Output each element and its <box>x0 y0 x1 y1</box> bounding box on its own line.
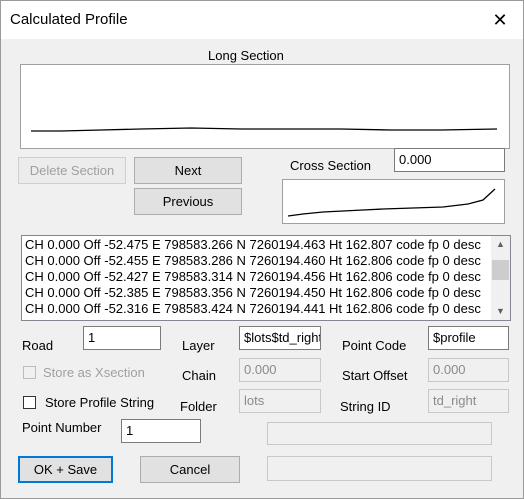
title-bar: Calculated Profile ✕ <box>1 1 523 39</box>
calculated-profile-dialog: Calculated Profile ✕ Long Section Delete… <box>0 0 524 499</box>
list-item[interactable]: CH 0.000 Off -52.316 E 798583.424 N 7260… <box>22 301 510 317</box>
cancel-button[interactable]: Cancel <box>140 456 240 483</box>
store-as-xsection-checkbox[interactable] <box>23 366 36 379</box>
long-section-plot <box>20 64 510 149</box>
string-id-label: String ID <box>340 399 391 414</box>
up-arrow-icon[interactable]: ▲ <box>491 236 510 253</box>
points-listbox[interactable]: CH 0.000 Off -52.475 E 798583.266 N 7260… <box>21 235 511 321</box>
point-code-input[interactable]: $profile <box>428 326 509 350</box>
start-offset-label: Start Offset <box>342 368 408 383</box>
store-profile-string-checkbox[interactable] <box>23 396 36 409</box>
chain-input[interactable]: 0.000 <box>239 358 321 382</box>
point-code-label: Point Code <box>342 338 407 353</box>
scrollbar-thumb[interactable] <box>492 260 509 280</box>
chain-label: Chain <box>182 368 216 383</box>
previous-button[interactable]: Previous <box>134 188 242 215</box>
down-arrow-icon[interactable]: ▼ <box>491 303 510 320</box>
road-input[interactable]: 1 <box>83 326 161 350</box>
point-number-label: Point Number <box>22 420 102 435</box>
start-offset-input[interactable]: 0.000 <box>428 358 509 382</box>
list-item[interactable]: CH 0.000 Off -52.427 E 798583.314 N 7260… <box>22 269 510 285</box>
close-icon[interactable]: ✕ <box>477 1 523 39</box>
delete-section-button[interactable]: Delete Section <box>18 157 126 184</box>
status-field-1 <box>267 422 492 445</box>
store-profile-string-label: Store Profile String <box>45 395 155 410</box>
cross-section-input[interactable]: 0.000 <box>394 148 505 172</box>
layer-input[interactable]: $lots$td_right <box>239 326 321 350</box>
cross-section-label: Cross Section <box>290 158 371 173</box>
folder-label: Folder <box>180 399 217 414</box>
cross-section-profile-line <box>287 188 496 217</box>
status-field-2 <box>267 456 492 481</box>
road-label: Road <box>22 338 54 353</box>
folder-input[interactable]: lots <box>239 389 321 413</box>
list-item[interactable]: CH 0.000 Off -52.385 E 798583.356 N 7260… <box>22 285 510 301</box>
long-section-profile-line <box>31 127 498 132</box>
ok-save-button[interactable]: OK + Save <box>18 456 113 483</box>
layer-label: Layer <box>182 338 215 353</box>
cross-section-plot <box>282 179 505 224</box>
long-section-label: Long Section <box>208 48 284 63</box>
window-title: Calculated Profile <box>10 11 128 28</box>
store-as-xsection-label: Store as Xsection <box>43 365 145 380</box>
next-button[interactable]: Next <box>134 157 242 184</box>
list-item[interactable]: CH 0.000 Off -52.455 E 798583.286 N 7260… <box>22 253 510 269</box>
points-scrollbar[interactable]: ▲ ▼ <box>491 236 510 320</box>
string-id-input[interactable]: td_right <box>428 389 509 413</box>
point-number-input[interactable]: 1 <box>121 419 201 443</box>
list-item[interactable]: CH 0.000 Off -52.475 E 798583.266 N 7260… <box>22 237 510 253</box>
